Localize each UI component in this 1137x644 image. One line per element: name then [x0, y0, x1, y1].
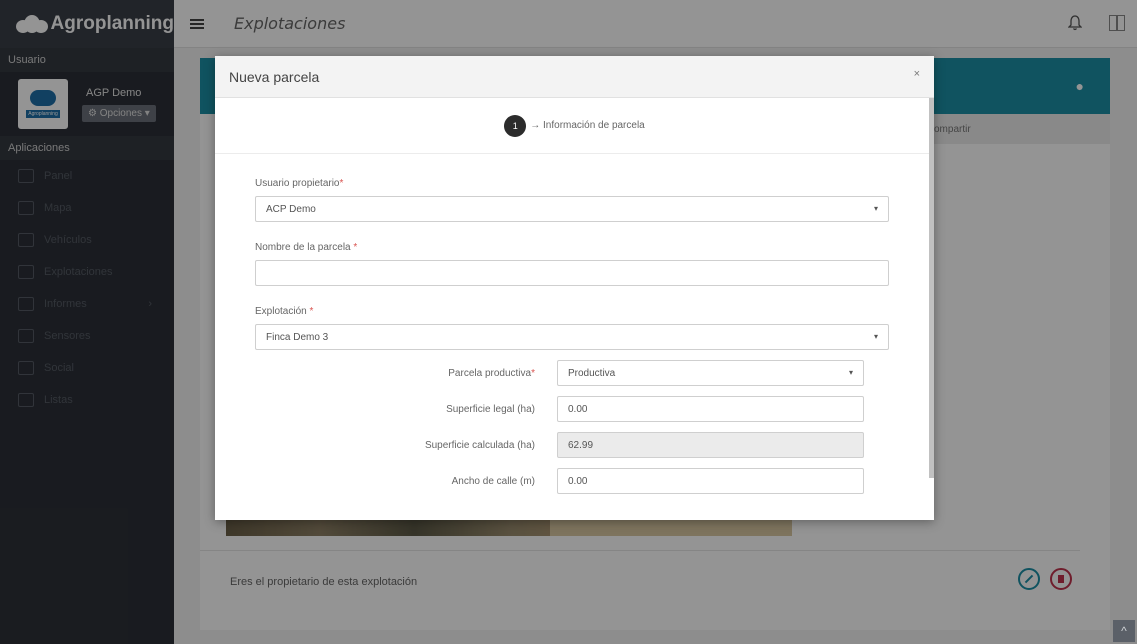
calc-area-row: Superficie calculada (ha) 62.99: [255, 432, 889, 458]
required-mark: *: [309, 306, 314, 317]
street-width-label: Ancho de calle (m): [451, 475, 535, 487]
required-mark: *: [353, 242, 358, 253]
modal-header: Nueva parcela ×: [215, 56, 934, 98]
farm-label: Explotación *: [255, 306, 889, 317]
farm-select[interactable]: Finca Demo 3 ▾: [255, 324, 889, 350]
farm-label-text: Explotación: [255, 306, 310, 317]
street-width-input[interactable]: 0.00: [557, 468, 864, 494]
new-plot-modal: Nueva parcela × 1 → Información de parce…: [215, 56, 934, 520]
productive-label: Parcela productiva*: [255, 368, 557, 379]
legal-area-input[interactable]: 0.00: [557, 396, 864, 422]
legal-area-value: 0.00: [568, 404, 588, 415]
owner-label-text: Usuario propietario: [255, 178, 340, 189]
chevron-down-icon: ▾: [873, 332, 878, 341]
name-label: Nombre de la parcela *: [255, 242, 889, 253]
plot-name-input[interactable]: [255, 260, 889, 286]
required-mark: *: [339, 178, 344, 189]
owner-value: ACP Demo: [266, 204, 316, 215]
modal-title: Nueva parcela: [229, 68, 320, 85]
legal-area-label: Superficie legal (ha): [446, 403, 535, 415]
scroll-top-button[interactable]: ^: [1113, 620, 1135, 642]
chevron-down-icon: ▾: [848, 368, 853, 377]
chevron-down-icon: ▾: [873, 204, 878, 213]
productive-value: Productiva: [568, 368, 616, 379]
close-icon[interactable]: ×: [914, 68, 920, 80]
calc-area-input: 62.99: [557, 432, 864, 458]
street-width-value: 0.00: [568, 476, 588, 487]
farm-value: Finca Demo 3: [266, 332, 329, 343]
street-width-row: Ancho de calle (m) 0.00: [255, 468, 889, 494]
calc-area-label: Superficie calculada (ha): [424, 439, 535, 451]
name-label-text: Nombre de la parcela: [255, 242, 354, 253]
owner-select[interactable]: ACP Demo ▾: [255, 196, 889, 222]
owner-label: Usuario propietario*: [255, 178, 889, 189]
productive-label-text: Parcela productiva: [448, 367, 532, 379]
required-mark: *: [531, 367, 535, 379]
legal-area-row: Superficie legal (ha) 0.00: [255, 396, 889, 422]
wizard-steps: 1 → Información de parcela: [215, 98, 934, 154]
step-number: 1: [504, 114, 527, 137]
step-label: → Información de parcela: [530, 120, 645, 131]
calc-area-value: 62.99: [568, 440, 594, 451]
plot-form: Usuario propietario* ACP Demo ▾ Nombre d…: [215, 154, 934, 494]
productive-select[interactable]: Productiva ▾: [557, 360, 864, 386]
productive-row: Parcela productiva* Productiva ▾: [255, 360, 889, 386]
